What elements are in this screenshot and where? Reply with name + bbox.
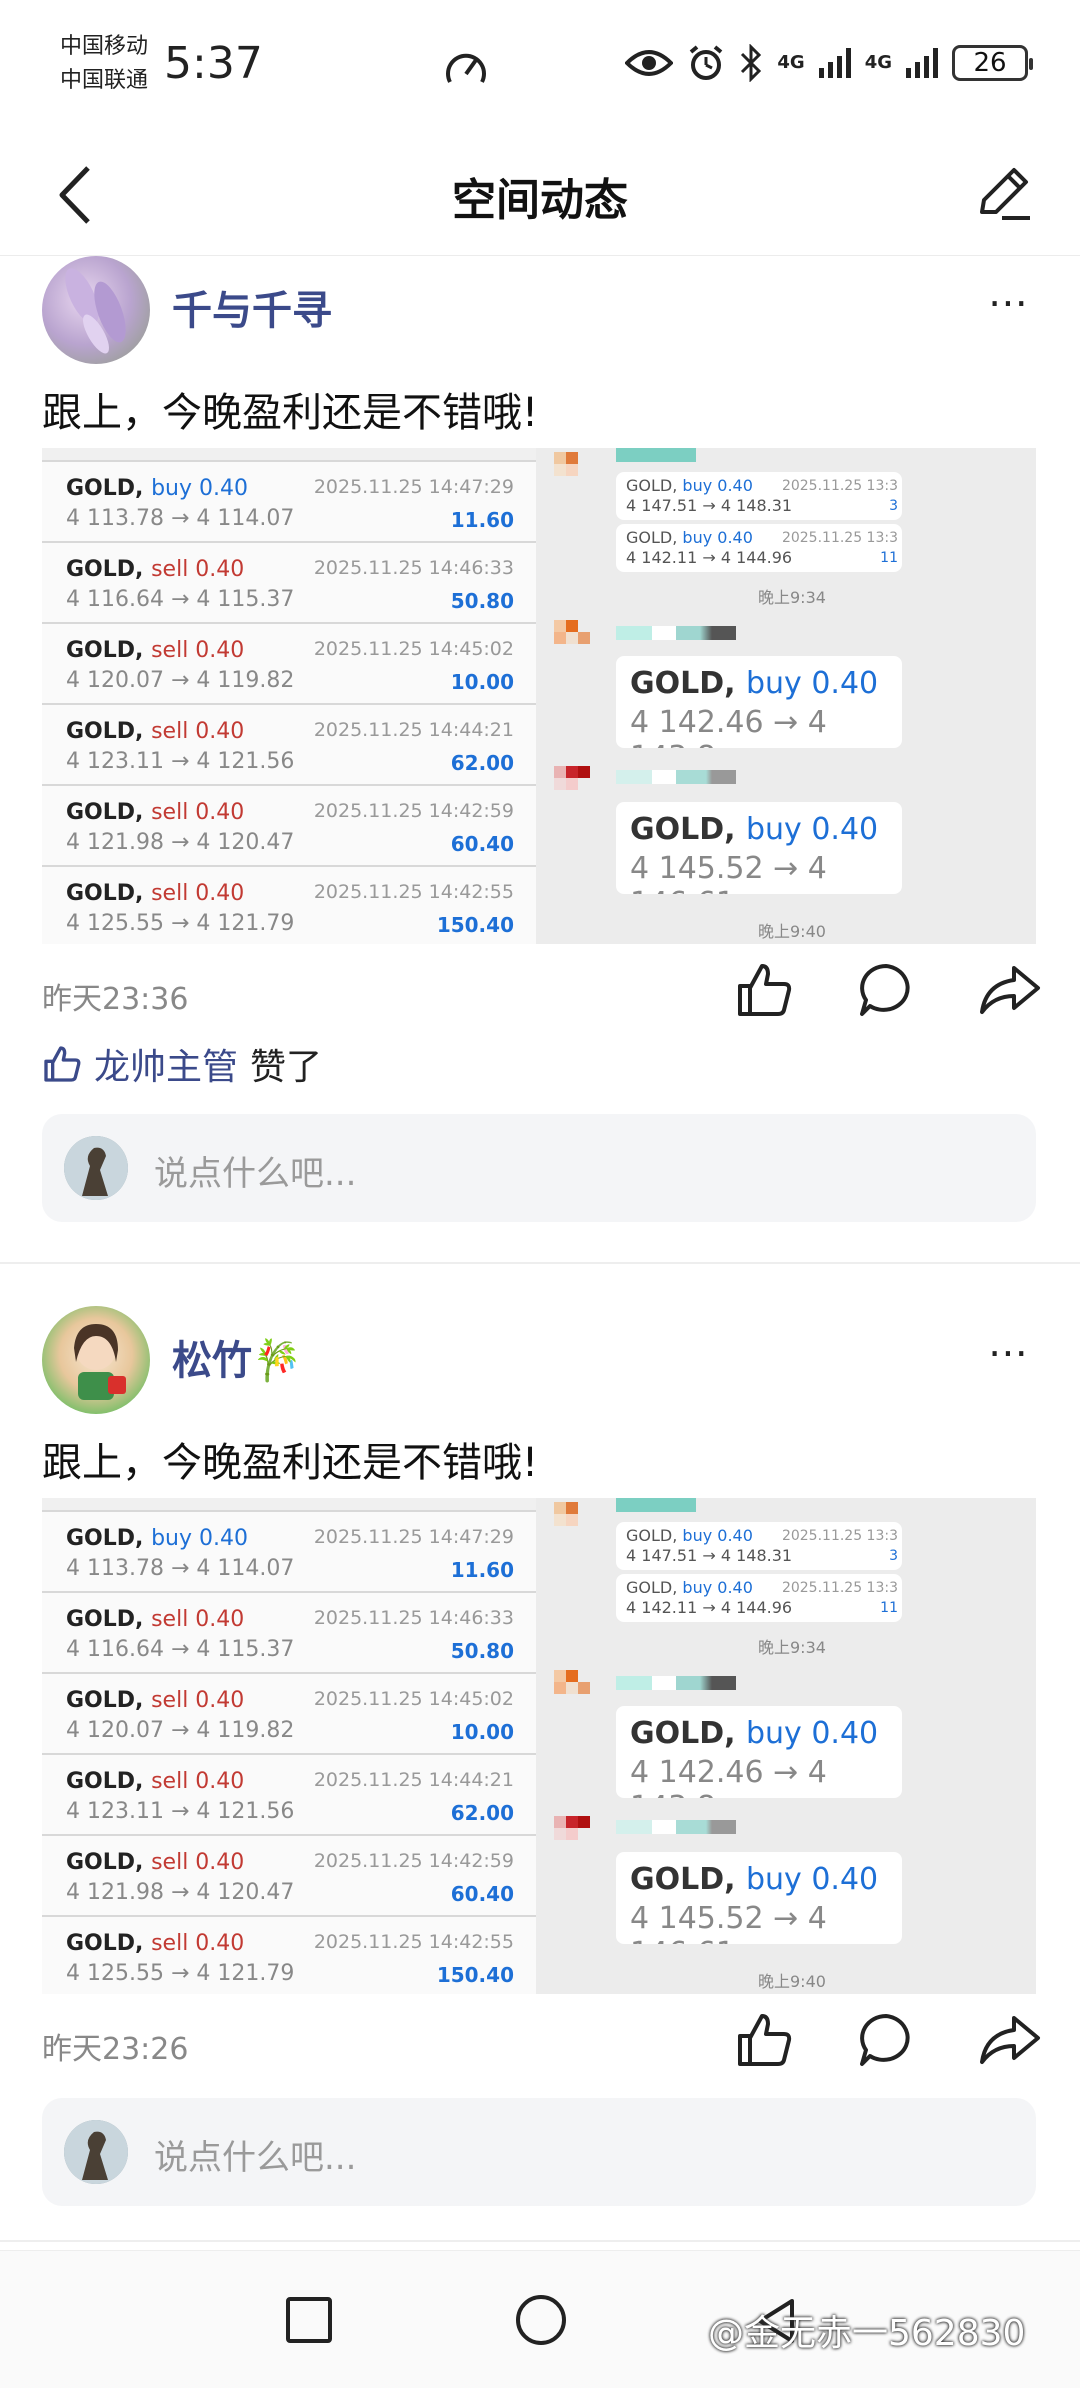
- avatar[interactable]: [42, 256, 150, 364]
- comment-bubble-icon[interactable]: [856, 960, 916, 1020]
- post-text: 跟上，今晚盈利还是不错哦!: [42, 1440, 539, 1486]
- my-avatar: [64, 1136, 128, 1200]
- liker-name[interactable]: 龙帅主管: [94, 1038, 238, 1090]
- comment-placeholder: 说点什么吧...: [154, 2138, 357, 2178]
- bluetooth-icon: [741, 44, 762, 82]
- watermark: @金无赤一562830: [708, 2313, 1026, 2354]
- trade-history-list: GOLD, buy 0.40 2025.11.25 14:47:29 4 113.…: [42, 1498, 536, 1994]
- carrier-2: 中国联通: [60, 68, 149, 93]
- post-image[interactable]: GOLD, buy 0.40 2025.11.25 14:47:29 4 113.…: [42, 1498, 1036, 1994]
- battery-icon: 26: [952, 45, 1033, 81]
- comment-placeholder: 说点什么吧...: [154, 1154, 357, 1194]
- flower-avatar-icon: [65, 268, 126, 354]
- trade-row: GOLD, sell 0.40 2025.11.25 14:45:02 4 120…: [42, 1674, 536, 1755]
- post-divider: [0, 2240, 1080, 2242]
- alarm-icon: [690, 45, 723, 80]
- trade-row: GOLD, sell 0.40 2025.11.25 14:44:21 4 123…: [42, 1755, 536, 1836]
- page-title: 空间动态: [452, 175, 628, 226]
- trade-row: GOLD, buy 0.40 2025.11.25 14:47:29 4 113.…: [42, 1512, 536, 1593]
- carrier-1: 中国移动: [60, 34, 149, 59]
- post-card: 松竹🎋 ⋯ 跟上，今晚盈利还是不错哦! GOLD, buy 0.40 2025.…: [0, 1306, 1080, 2206]
- recent-apps-icon[interactable]: [286, 2297, 332, 2343]
- liked-label: 赞了: [250, 1047, 323, 1088]
- chat-screenshot: GOLD, buy 0.40 4 147.51 → 4 148.31 2025.…: [542, 1498, 1036, 1994]
- statue-avatar-icon: [64, 1136, 128, 1200]
- eye-icon: [625, 50, 674, 76]
- post-divider: [0, 1262, 1080, 1264]
- status-bar: 中国移动 中国联通 5:37 4G 4G 26: [0, 0, 1080, 130]
- post-text: 跟上，今晚盈利还是不错哦!: [42, 390, 539, 436]
- trade-row: [42, 1498, 536, 1512]
- signal-icon-1: [818, 48, 851, 78]
- clock: 5:37: [164, 38, 263, 89]
- post-actions: [734, 960, 1042, 1020]
- trade-row: GOLD, sell 0.40 2025.11.25 14:42:55 4 125…: [42, 867, 536, 944]
- trade-row: GOLD, sell 0.40 2025.11.25 14:46:33 4 116…: [42, 543, 536, 624]
- system-icons: 4G 4G 26: [625, 44, 1033, 82]
- trade-row: GOLD, sell 0.40 2025.11.25 14:42:59 4 121…: [42, 786, 536, 867]
- comment-box[interactable]: 说点什么吧...: [42, 1114, 1036, 1222]
- post-image[interactable]: GOLD, buy 0.40 2025.11.25 14:47:29 4 113.…: [42, 448, 1036, 944]
- trade-row: GOLD, sell 0.40 2025.11.25 14:42:55 4 125…: [42, 1917, 536, 1994]
- girl-avatar-icon: [74, 1324, 126, 1400]
- share-arrow-icon[interactable]: [978, 960, 1042, 1020]
- trade-row: GOLD, sell 0.40 2025.11.25 14:42:59 4 121…: [42, 1836, 536, 1917]
- trade-row: GOLD, sell 0.40 2025.11.25 14:44:21 4 123…: [42, 705, 536, 786]
- statue-avatar-icon: [64, 2120, 128, 2184]
- avatar[interactable]: [42, 1306, 150, 1414]
- post-time: 昨天23:26: [42, 2032, 189, 2067]
- like-small-icon: [44, 1046, 81, 1082]
- user-name[interactable]: 松竹🎋: [172, 1328, 302, 1386]
- post-actions: [734, 2010, 1042, 2070]
- trade-row: GOLD, sell 0.40 2025.11.25 14:45:02 4 120…: [42, 624, 536, 705]
- more-options-icon[interactable]: ⋯: [988, 280, 1032, 326]
- like-thumb-icon[interactable]: [734, 2010, 794, 2070]
- trade-row: [42, 448, 536, 462]
- home-icon[interactable]: [516, 2295, 566, 2345]
- likes-row: 龙帅主管 赞了: [42, 1038, 322, 1090]
- trade-row: GOLD, buy 0.40 2025.11.25 14:47:29 4 113.…: [42, 462, 536, 543]
- network-type-1: 4G: [777, 52, 805, 73]
- speedometer-icon: [446, 53, 486, 83]
- carrier-info: 中国移动 中国联通: [60, 30, 148, 98]
- comment-bubble-icon[interactable]: [856, 2010, 916, 2070]
- trade-history-list: GOLD, buy 0.40 2025.11.25 14:47:29 4 113.…: [42, 448, 536, 944]
- post-time: 昨天23:36: [42, 982, 189, 1017]
- like-thumb-icon[interactable]: [734, 960, 794, 1020]
- chat-screenshot: GOLD, buy 0.40 4 147.51 → 4 148.31 2025.…: [542, 448, 1036, 944]
- header: 空间动态: [0, 130, 1080, 256]
- edit-pencil-icon[interactable]: [972, 160, 1036, 224]
- post-card: 千与千寻 ⋯ 跟上，今晚盈利还是不错哦! GOLD, buy 0.40 2025…: [0, 256, 1080, 1262]
- trade-row: GOLD, sell 0.40 2025.11.25 14:46:33 4 116…: [42, 1593, 536, 1674]
- my-avatar: [64, 2120, 128, 2184]
- comment-box[interactable]: 说点什么吧...: [42, 2098, 1036, 2206]
- user-name[interactable]: 千与千寻: [172, 278, 332, 336]
- network-type-2: 4G: [864, 52, 892, 73]
- more-options-icon[interactable]: ⋯: [988, 1330, 1032, 1376]
- signal-icon-2: [906, 48, 938, 78]
- share-arrow-icon[interactable]: [978, 2010, 1042, 2070]
